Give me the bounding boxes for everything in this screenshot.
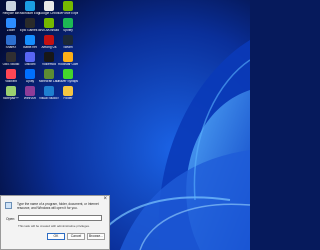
desktop-icon-label: WinRAR <box>23 97 37 100</box>
desktop-icon[interactable]: Steam <box>58 35 78 50</box>
app-icon <box>6 69 16 79</box>
desktop-icon[interactable]: Zoom <box>1 18 21 33</box>
desktop-icon[interactable]: Discord <box>20 52 40 67</box>
ok-button[interactable]: OK <box>47 233 65 240</box>
app-icon <box>25 1 35 11</box>
desktop-icon-label: ShareX <box>5 46 17 49</box>
app-icon <box>6 18 16 28</box>
desktop-icon-label: GeForce Experience <box>58 12 78 15</box>
desktop-icon-grid: Recycle BinMicrosoft EdgeGoogle ChromeGe… <box>0 0 80 200</box>
browse-button[interactable]: Browse... <box>87 233 105 240</box>
desktop-icon-label: OBS Studio <box>2 63 20 66</box>
app-icon <box>6 52 16 62</box>
app-icon <box>6 35 16 45</box>
desktop-icon-label: Microsoft Edge <box>20 12 40 15</box>
app-icon <box>44 35 54 45</box>
desktop-icon-label: Minecraft Launcher <box>39 80 59 83</box>
app-icon <box>25 69 35 79</box>
desktop-icon-label: Visual Studio Code <box>39 97 59 100</box>
desktop-icon-label: Uplay <box>25 80 35 83</box>
desktop-icon[interactable]: Spotify <box>58 18 78 33</box>
desktop-icon-label: Zoom <box>6 29 16 32</box>
desktop-icon-label: Razer Synapse <box>58 80 78 83</box>
desktop-icon[interactable]: Minecraft Launcher <box>39 69 59 84</box>
open-input[interactable] <box>18 215 102 221</box>
app-icon <box>25 18 35 28</box>
desktop-icon-label: Rockstar Games <box>58 63 78 66</box>
run-description: Type the name of a program, folder, docu… <box>17 202 99 210</box>
desktop-icon[interactable]: Notepad++ <box>1 86 21 101</box>
desktop-icon[interactable]: Battle.net <box>20 35 40 50</box>
app-icon <box>44 52 54 62</box>
app-icon <box>63 86 73 96</box>
desktop-icon[interactable]: NVIDIA Broadcast <box>39 18 59 33</box>
desktop-icon[interactable]: Recycle Bin <box>1 1 21 16</box>
app-icon <box>25 52 35 62</box>
close-icon[interactable]: × <box>103 196 107 202</box>
desktop-icon-label: Valorant <box>5 80 17 83</box>
desktop-icon[interactable]: Epic Games Launcher <box>20 18 40 33</box>
open-label: Open: <box>6 217 16 221</box>
app-icon <box>63 35 73 45</box>
app-icon <box>44 86 54 96</box>
desktop-icon[interactable]: Folder <box>58 86 78 101</box>
desktop-icon-label: Battle.net <box>23 46 37 49</box>
desktop-icon-label: Spotify <box>63 29 73 32</box>
run-dialog: × Type the name of a program, folder, do… <box>0 195 110 250</box>
desktop-icon-label: Voicemod <box>42 63 56 66</box>
desktop-icon-label: Notepad++ <box>3 97 19 100</box>
app-icon <box>44 18 54 28</box>
app-icon <box>63 18 73 28</box>
desktop-icon[interactable]: OBS Studio <box>1 52 21 67</box>
app-icon <box>25 86 35 96</box>
desktop-icon[interactable]: Rockstar Games <box>58 52 78 67</box>
desktop-icon-label: Recycle Bin <box>2 12 20 15</box>
desktop-icon-label: Folder <box>63 97 73 100</box>
desktop-icon[interactable]: Razer Synapse <box>58 69 78 84</box>
desktop-icon[interactable]: Microsoft Edge <box>20 1 40 16</box>
desktop-icon-label: Google Chrome <box>39 12 59 15</box>
app-icon <box>44 1 54 11</box>
app-icon <box>63 69 73 79</box>
desktop-icon-label: NVIDIA Broadcast <box>39 29 59 32</box>
run-icon <box>5 202 12 209</box>
app-icon <box>63 52 73 62</box>
admin-note: This task will be created with administr… <box>18 224 90 228</box>
desktop-icon-label: Epic Games Launcher <box>20 29 40 32</box>
app-icon <box>63 1 73 11</box>
desktop-icon[interactable]: Uplay <box>20 69 40 84</box>
desktop-icon[interactable]: Google Chrome <box>39 1 59 16</box>
desktop-icon-label: Discord <box>24 63 36 66</box>
desktop-icon-label: Steam <box>63 46 73 49</box>
desktop-icon[interactable]: WinRAR <box>20 86 40 101</box>
app-icon <box>25 35 35 45</box>
app-icon <box>6 1 16 11</box>
desktop-icon[interactable]: Among Us <box>39 35 59 50</box>
desktop-icon[interactable]: ShareX <box>1 35 21 50</box>
desktop-icon[interactable]: Visual Studio Code <box>39 86 59 101</box>
app-icon <box>6 86 16 96</box>
desktop-icon-label: Among Us <box>41 46 57 49</box>
desktop-icon[interactable]: GeForce Experience <box>58 1 78 16</box>
app-icon <box>44 69 54 79</box>
cancel-button[interactable]: Cancel <box>67 233 85 240</box>
desktop-icon[interactable]: Voicemod <box>39 52 59 67</box>
desktop-icon[interactable]: Valorant <box>1 69 21 84</box>
